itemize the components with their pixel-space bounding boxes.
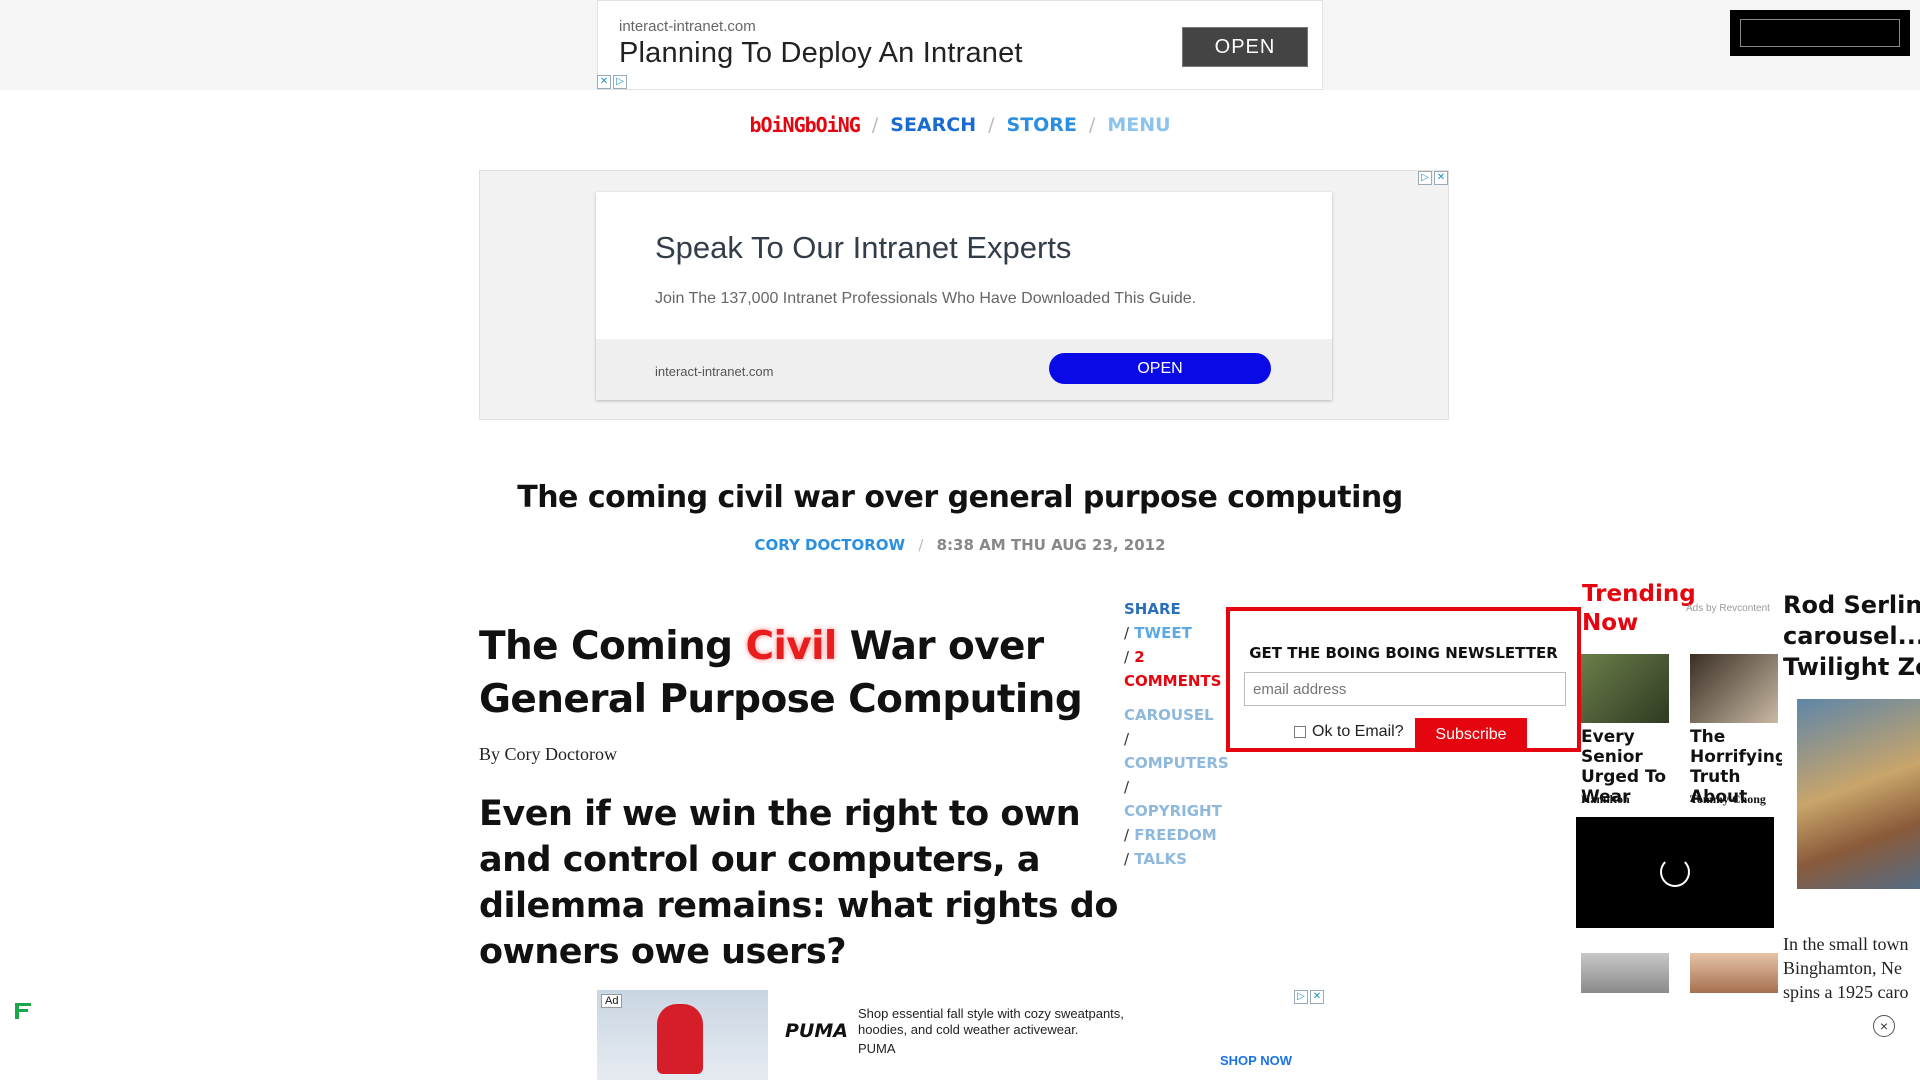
nav-separator: /	[871, 114, 879, 136]
related-story-title[interactable]: Rod Serling carousel... in Twilight Zon	[1783, 590, 1920, 683]
main-nav: bOiNGbOiNG / SEARCH / STORE / MENU	[0, 112, 1920, 138]
tweet-link[interactable]: TWEET	[1134, 624, 1192, 642]
related-text-line: spins a 1925 caro	[1783, 982, 1909, 1002]
top-ad-open-button[interactable]: OPEN	[1182, 27, 1308, 67]
ok-to-email-label: Ok to Email?	[1312, 723, 1404, 740]
broken-image-placeholder	[1740, 19, 1900, 47]
nav-menu-link[interactable]: MENU	[1107, 114, 1170, 136]
post-byline: CORY DOCTOROW / 8:38 AM THU AUG 23, 2012	[0, 536, 1920, 554]
corner-ad-box[interactable]	[1730, 10, 1910, 56]
big-ad-open-button[interactable]: OPEN	[1049, 353, 1271, 384]
tag-link-computers[interactable]: COMPUTERS	[1124, 751, 1229, 775]
trending-source: Tommy Chong	[1690, 792, 1766, 806]
ok-to-email-checkbox[interactable]	[1294, 726, 1306, 738]
share-separator: /	[1124, 624, 1130, 642]
post-timestamp: 8:38 AM THU AUG 23, 2012	[936, 536, 1166, 554]
big-ad-title[interactable]: Speak To Our Intranet Experts	[655, 230, 1071, 266]
big-ad-domain: interact-intranet.com	[655, 364, 774, 379]
freshchat-icon[interactable]	[12, 1000, 34, 1028]
share-label: SHARE	[1124, 600, 1181, 618]
top-ad-headline[interactable]: Planning To Deploy An Intranet	[619, 37, 1023, 70]
top-ad-choices[interactable]: ✕ ▷	[597, 75, 627, 89]
adchoices-icon[interactable]: ▷	[1294, 990, 1308, 1004]
trending-item[interactable]: The Horrifying Truth About CBD Tommy Cho…	[1690, 654, 1782, 806]
ad-close-icon[interactable]: ✕	[1434, 171, 1448, 185]
page: interact-intranet.com Planning To Deploy…	[0, 0, 1920, 1080]
trending-title: Trending Now	[1582, 581, 1696, 636]
bottom-ad-text[interactable]: Shop essential fall style with cozy swea…	[858, 1006, 1158, 1038]
loading-spinner-icon	[1660, 857, 1690, 887]
big-ad-footer: interact-intranet.com OPEN	[596, 339, 1332, 400]
related-story-text: In the small town Binghamton, Ne spins a…	[1783, 932, 1908, 1004]
subscribe-button[interactable]: Subscribe	[1415, 718, 1527, 752]
video-player[interactable]	[1576, 817, 1774, 928]
heading-text: The Coming	[479, 624, 746, 669]
top-banner-ad[interactable]: interact-intranet.com Planning To Deploy…	[597, 0, 1323, 90]
big-ad-card[interactable]: Speak To Our Intranet Experts Join The 1…	[596, 192, 1332, 400]
ok-to-email[interactable]: Ok to Email?	[1294, 723, 1404, 741]
ad-image[interactable]: Ad	[597, 990, 768, 1080]
nav-separator: /	[988, 114, 995, 136]
share-sidebar: SHARE / TWEET / 2 COMMENTS CAROUSEL / CO…	[1124, 597, 1229, 871]
tag-separator: /	[1124, 826, 1130, 844]
trending-item[interactable]: Every Senior Urged To Wear This Hamilton	[1581, 654, 1673, 806]
tag-link-freedom[interactable]: FREEDOM	[1134, 826, 1216, 844]
leaderboard-ad: ▷ ✕ Speak To Our Intranet Experts Join T…	[479, 170, 1449, 420]
close-icon[interactable]: ×	[1873, 1015, 1895, 1037]
author-link[interactable]: CORY DOCTOROW	[754, 536, 905, 554]
ad-close-icon[interactable]: ✕	[597, 75, 611, 89]
related-title-line[interactable]: Twilight Zon	[1783, 652, 1920, 683]
ad-close-icon[interactable]: ✕	[1310, 990, 1324, 1004]
adchoices-icon[interactable]: ▷	[613, 75, 627, 89]
big-ad-choices[interactable]: ▷ ✕	[1418, 171, 1448, 185]
trending-thumbnail[interactable]	[1581, 953, 1669, 993]
article-body: The Coming Civil War over General Purpos…	[479, 620, 1129, 975]
tag-separator: /	[1124, 850, 1130, 868]
nav-separator: /	[1088, 114, 1096, 136]
tag-link-talks[interactable]: TALKS	[1134, 850, 1187, 868]
tag-link-carousel[interactable]: CAROUSEL	[1124, 703, 1224, 727]
trending-thumbnail[interactable]	[1581, 654, 1669, 723]
nav-store-link[interactable]: STORE	[1007, 114, 1077, 136]
heading-highlight: Civil	[745, 624, 837, 669]
shop-now-link[interactable]: SHOP NOW	[1220, 1053, 1292, 1068]
ad-model-figure	[657, 1004, 703, 1074]
article-lead: Even if we win the right to own and cont…	[479, 794, 1118, 972]
related-title-line[interactable]: Rod Serling	[1783, 590, 1920, 621]
tag-separator: /	[1124, 778, 1130, 796]
newsletter-title: GET THE BOING BOING NEWSLETTER	[1249, 644, 1558, 662]
carousel-image[interactable]	[1797, 699, 1920, 889]
bottom-ad-brand: PUMA	[858, 1041, 896, 1056]
trending-source: Hamilton	[1581, 792, 1630, 806]
related-text-line: In the small town	[1783, 934, 1909, 954]
bottom-ad-choices[interactable]: ▷ ✕	[1294, 990, 1324, 1004]
ads-by-revcontent[interactable]: Ads by Revcontent	[1686, 603, 1770, 614]
related-text-line: Binghamton, Ne	[1783, 958, 1902, 978]
trending-thumbnail[interactable]	[1690, 654, 1778, 723]
tag-link-copyright[interactable]: COPYRIGHT	[1124, 799, 1224, 823]
share-separator: /	[1124, 648, 1130, 666]
email-input[interactable]	[1244, 672, 1566, 706]
article-byline: By Cory Doctorow	[479, 744, 617, 764]
post-title: The coming civil war over general purpos…	[517, 480, 1403, 515]
trending-thumbnail[interactable]	[1690, 953, 1778, 993]
byline-separator: /	[918, 536, 924, 554]
puma-logo[interactable]: PUMA	[785, 1020, 848, 1042]
ad-label: Ad	[601, 994, 623, 1008]
big-ad-description: Join The 137,000 Intranet Professionals …	[655, 290, 1197, 307]
newsletter-box: GET THE BOING BOING NEWSLETTER Ok to Ema…	[1226, 607, 1581, 752]
bottom-sticky-ad[interactable]: Ad PUMA Shop essential fall style with c…	[597, 990, 1325, 1080]
comments-link[interactable]: COMMENTS	[1124, 669, 1224, 693]
nav-search-link[interactable]: SEARCH	[890, 114, 976, 136]
tag-separator: /	[1124, 730, 1130, 748]
article-heading: The Coming Civil War over General Purpos…	[479, 620, 1129, 726]
comments-count[interactable]: 2	[1134, 648, 1144, 666]
top-ad-domain: interact-intranet.com	[619, 18, 756, 35]
related-title-line[interactable]: carousel... in	[1783, 621, 1920, 652]
adchoices-icon[interactable]: ▷	[1418, 171, 1432, 185]
boingboing-logo[interactable]: bOiNGbOiNG	[749, 113, 860, 137]
